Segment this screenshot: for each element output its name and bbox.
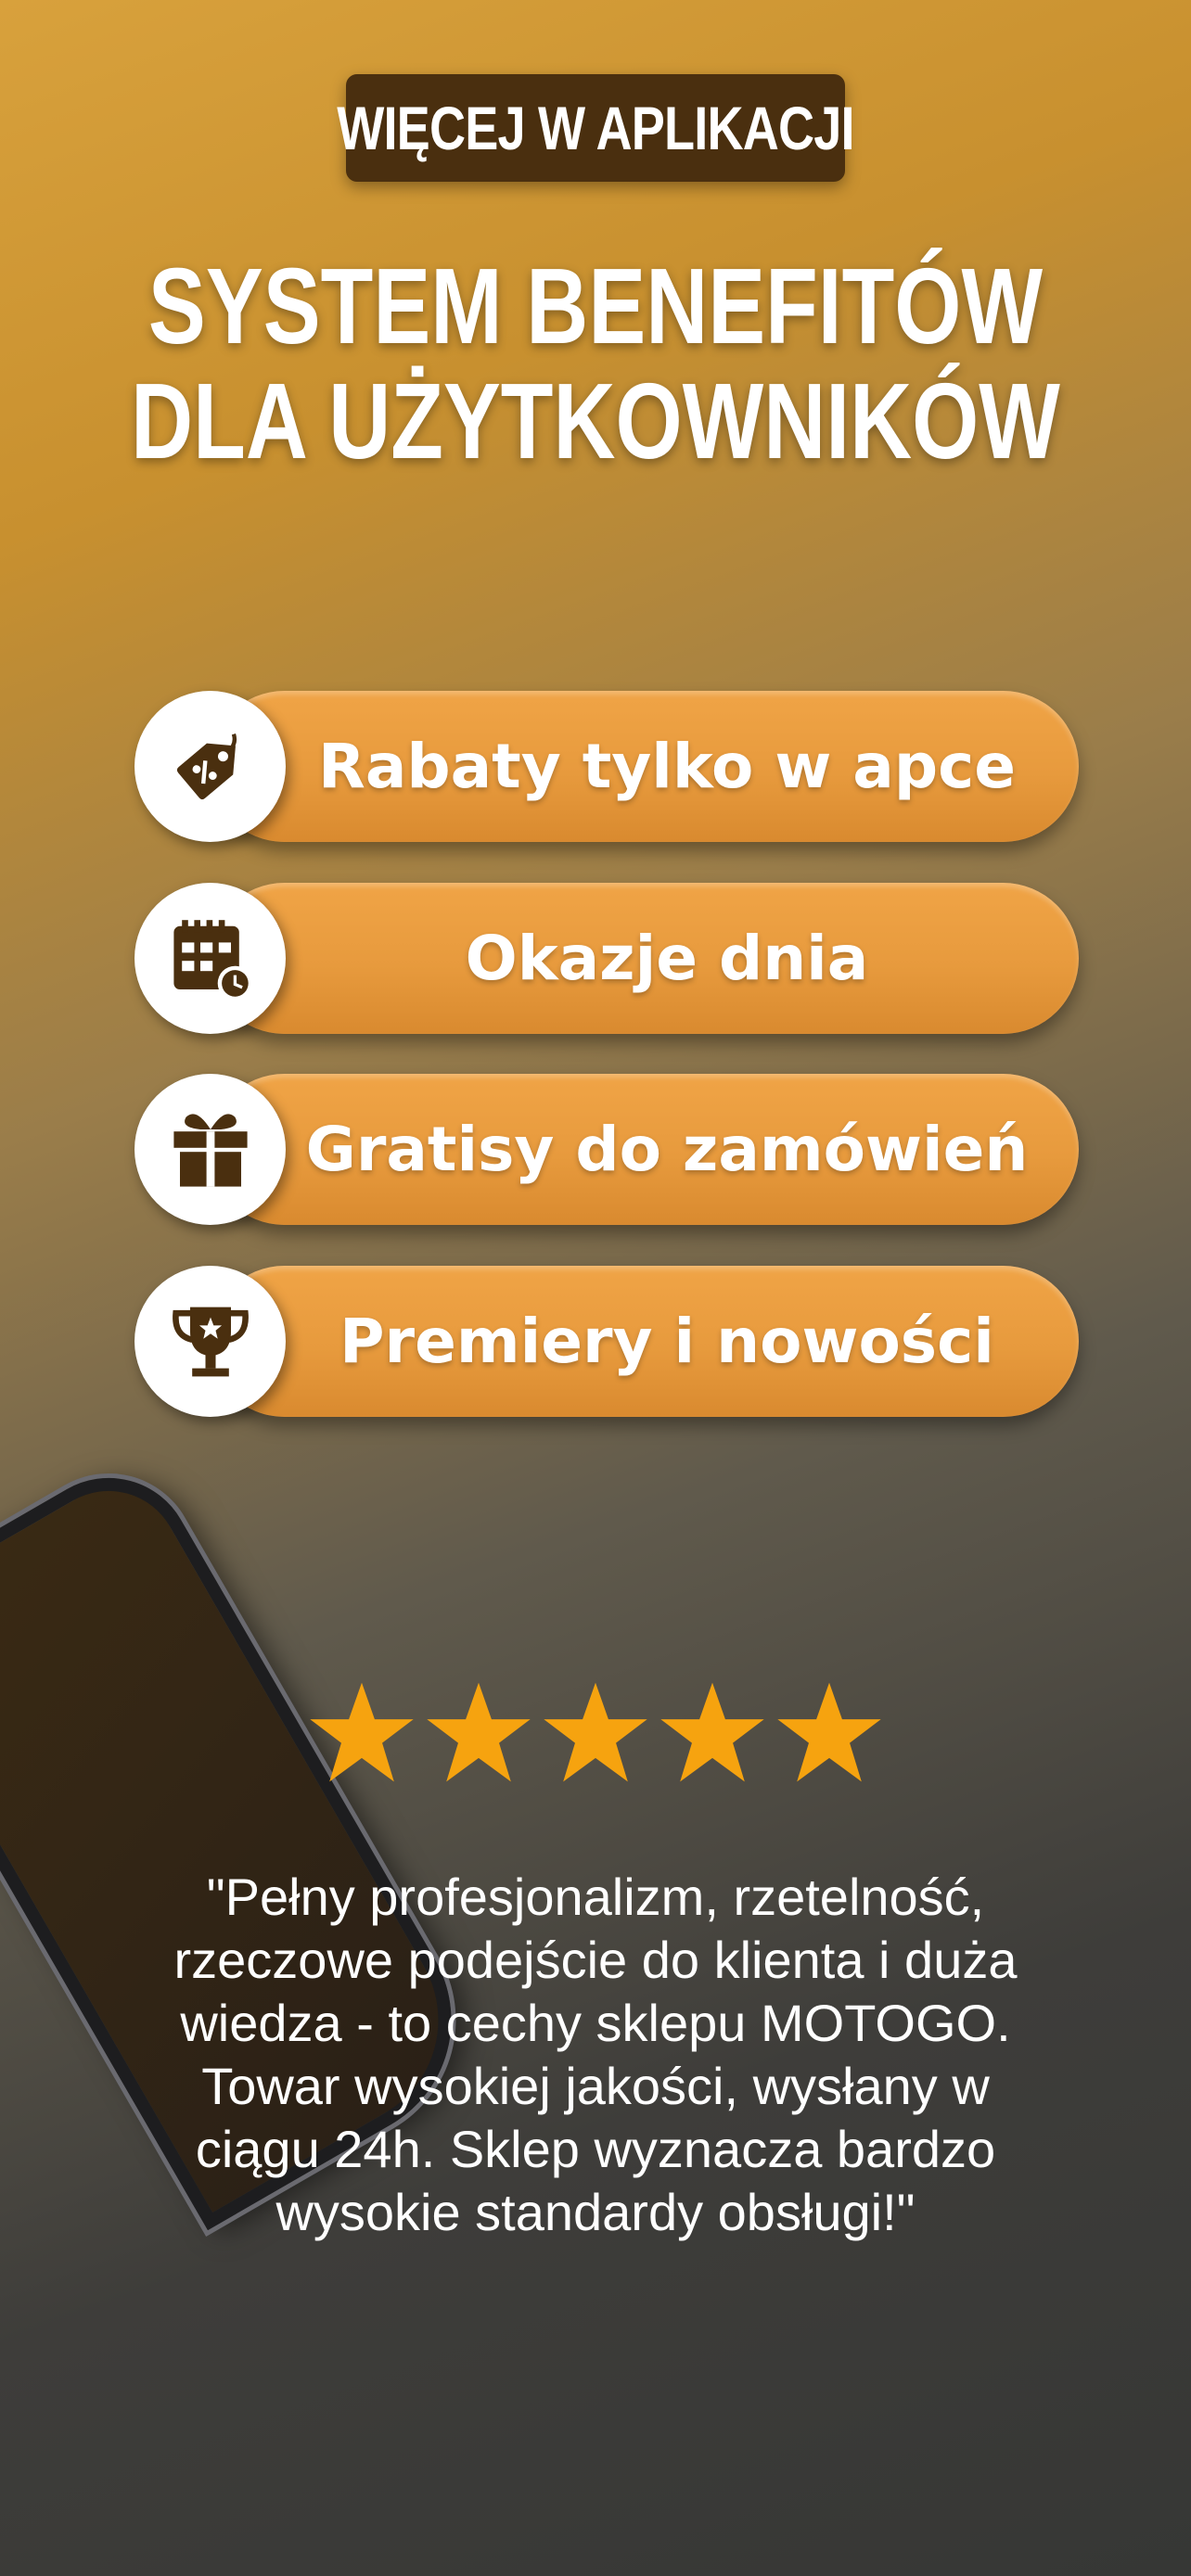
discount-tag-icon	[176, 733, 237, 799]
star-icon	[659, 1680, 766, 1784]
rating-stars	[308, 1680, 883, 1784]
star-icon	[542, 1680, 649, 1784]
review-line: "Pełny profesjonalizm, rzetelność,	[206, 1868, 985, 1926]
benefit-icon-circle	[134, 1266, 286, 1417]
review-line: Towar wysokiej jakości, wysłany w	[201, 2057, 990, 2115]
title-line-2: DLA UŻYTKOWNIKÓW	[131, 361, 1060, 481]
badge-label: WIĘCEJ W APLIKACJI	[337, 94, 854, 162]
review-line: rzeczowe podejście do klienta i duża	[173, 1931, 1018, 1989]
benefit-label: Gratisy do zamówień	[305, 1114, 1029, 1185]
more-in-app-badge: WIĘCEJ W APLIKACJI	[337, 74, 855, 182]
customer-review: "Pełny profesjonalizm, rzetelność, rzecz…	[148, 1866, 1043, 2244]
calendar-clock-icon	[173, 919, 252, 1001]
benefit-label: Premiery i nowości	[339, 1306, 994, 1377]
benefit-freebies: Gratisy do zamówień	[134, 1074, 1079, 1225]
benefit-label: Rabaty tylko w apce	[318, 731, 1016, 802]
page-title: SYSTEM BENEFITÓW DLA UŻYTKOWNIKÓW	[0, 249, 1191, 478]
benefit-label: Okazje dnia	[465, 923, 869, 994]
benefit-daily-deals: Okazje dnia	[134, 883, 1079, 1034]
benefit-icon-circle	[134, 691, 286, 842]
gift-icon	[173, 1113, 248, 1187]
review-line: wysokie standardy obsługi!"	[275, 2183, 916, 2241]
star-icon	[308, 1680, 416, 1784]
benefit-discounts: Rabaty tylko w apce	[134, 691, 1079, 842]
benefit-icon-circle	[134, 883, 286, 1034]
benefit-premieres: Premiery i nowości	[134, 1266, 1079, 1417]
review-line: wiedza - to cechy sklepu MOTOGO.	[180, 1994, 1011, 2052]
title-line-1: SYSTEM BENEFITÓW	[147, 246, 1044, 366]
star-icon	[425, 1680, 532, 1784]
trophy-icon	[172, 1307, 249, 1376]
review-line: ciągu 24h. Sklep wyznacza bardzo	[195, 2120, 996, 2178]
benefit-icon-circle	[134, 1074, 286, 1225]
star-icon	[775, 1680, 883, 1784]
